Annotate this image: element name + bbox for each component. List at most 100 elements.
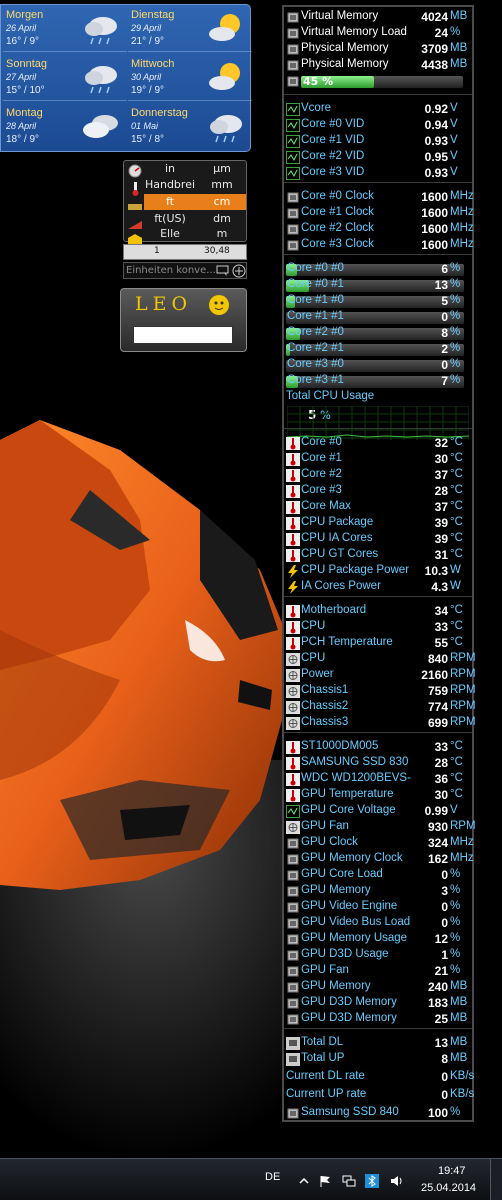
weather-day-3[interactable]: Sonntag 27 April 15° / 10° bbox=[3, 54, 127, 101]
sensor-row: GPU Memory Clock 162 MHz bbox=[284, 852, 474, 868]
sensor-row: Core #2 Clock 1600 MHz bbox=[284, 222, 474, 238]
unit-row[interactable]: in µm bbox=[144, 161, 246, 177]
sensor-row: CPU 33 °C bbox=[284, 620, 472, 636]
fan-icon bbox=[286, 821, 300, 834]
sensor-unit: °C bbox=[450, 788, 463, 800]
weather-date: 27 April bbox=[6, 72, 37, 82]
speech-bubble-icon[interactable] bbox=[216, 265, 229, 277]
sensor-unit: W bbox=[450, 580, 461, 592]
sensor-value: 240 bbox=[427, 980, 448, 994]
chip-icon bbox=[287, 76, 299, 87]
unit-row[interactable]: Handbrei mm bbox=[144, 177, 246, 193]
weather-day-1[interactable]: Morgen 26 April 16° / 9° bbox=[3, 5, 127, 52]
network-icon[interactable] bbox=[342, 1174, 356, 1188]
rain-cloud-icon bbox=[85, 66, 117, 94]
sensor-label: Core #2 #1 bbox=[287, 342, 344, 354]
section-divider bbox=[284, 428, 472, 429]
weather-temp: 18° / 9° bbox=[6, 134, 40, 145]
weather-date: 26 April bbox=[6, 23, 37, 33]
show-desktop-button[interactable] bbox=[490, 1159, 502, 1200]
sensor-unit: MB bbox=[450, 1012, 468, 1024]
sensor-label: Core #3 bbox=[301, 484, 342, 496]
thermometer-icon bbox=[286, 469, 300, 482]
sensor-value: 1600 bbox=[421, 190, 448, 204]
leo-search-input[interactable] bbox=[133, 326, 233, 344]
clock-time[interactable]: 19:47 bbox=[438, 1165, 466, 1177]
sensor-label: Core #1 #1 bbox=[287, 310, 344, 322]
sensor-unit: MB bbox=[450, 1036, 468, 1048]
sensor-row: GPU D3D Usage 1% bbox=[284, 948, 472, 964]
unit-search-input[interactable]: Einheiten konve... bbox=[123, 262, 247, 279]
weather-day-name: Morgen bbox=[6, 9, 44, 21]
voltage-icon bbox=[286, 103, 300, 116]
sensor-row: Core #3 28 °C bbox=[284, 484, 472, 500]
sensor-unit: °C bbox=[450, 452, 463, 464]
sensor-label: Core #1 #0 bbox=[287, 294, 344, 306]
sensor-row: Core #1 #0 5% bbox=[284, 294, 472, 310]
weather-day-6[interactable]: Donnerstag 01 Mai 15° / 8° bbox=[128, 103, 252, 150]
network-icon bbox=[286, 1053, 300, 1066]
input-left-value[interactable]: 1 bbox=[154, 246, 160, 256]
sensor-label: GPU Memory Clock bbox=[301, 852, 403, 864]
lion-icon bbox=[209, 295, 229, 315]
chip-icon bbox=[287, 966, 299, 977]
sensor-row: Core #0 Clock 1600 MHz bbox=[284, 190, 474, 206]
weather-day-5[interactable]: Montag 28 April 18° / 9° bbox=[3, 103, 127, 150]
sensor-value: 55 bbox=[434, 636, 448, 650]
chip-icon bbox=[287, 224, 299, 235]
sensor-unit: RPM bbox=[450, 652, 476, 664]
sensor-unit: % bbox=[450, 374, 461, 386]
chevron-up-icon[interactable] bbox=[297, 1174, 311, 1188]
unit-row-selected[interactable]: ft cm bbox=[144, 194, 246, 210]
thermometer-icon bbox=[286, 637, 300, 650]
sensor-unit: % bbox=[450, 868, 461, 880]
speaker-icon[interactable] bbox=[389, 1174, 403, 1188]
sensor-label: Power bbox=[301, 668, 334, 680]
sensor-value: 3 bbox=[441, 884, 448, 898]
sensor-label: Core #0 #1 bbox=[287, 278, 344, 290]
unit-row[interactable]: ft(US) dm bbox=[144, 211, 246, 227]
sensor-value: 930 bbox=[427, 820, 448, 834]
sensor-row: Core #0 VID 0.94 V bbox=[284, 118, 472, 134]
weather-day-2[interactable]: Dienstag 29 April 21° / 9° bbox=[128, 5, 252, 52]
thermometer-icon bbox=[286, 517, 300, 530]
section-divider bbox=[284, 732, 472, 733]
sensor-row: Core #1 Clock 1600 MHz bbox=[284, 206, 474, 222]
sensor-row: Core #1 30 °C bbox=[284, 452, 472, 468]
unit-left: ft(US) bbox=[154, 212, 186, 225]
unit-converter-gadget[interactable]: in µm Handbrei mm ft cm ft(US) dm Elle m… bbox=[123, 160, 247, 280]
voltage-icon bbox=[286, 119, 300, 132]
clock-date[interactable]: 25.04.2014 bbox=[421, 1182, 476, 1194]
bluetooth-icon[interactable] bbox=[365, 1174, 379, 1188]
sensor-unit: °C bbox=[450, 532, 463, 544]
sensor-unit: MB bbox=[450, 10, 468, 22]
weather-gadget[interactable]: Morgen 26 April 16° / 9° Dienstag 29 Apr… bbox=[0, 4, 252, 152]
section-divider bbox=[284, 94, 472, 95]
unit-row[interactable]: Elle m bbox=[144, 226, 246, 242]
thermometer-icon bbox=[286, 757, 300, 770]
sensor-label: Core #2 VID bbox=[301, 150, 365, 162]
add-icon[interactable] bbox=[232, 264, 246, 278]
sensor-value: 1600 bbox=[421, 222, 448, 236]
chip-icon bbox=[287, 1108, 299, 1119]
sensor-row: Chassis2 774 RPM bbox=[284, 700, 476, 716]
sensor-label: GPU D3D Memory bbox=[301, 996, 397, 1008]
conversion-values[interactable]: 1 30,48 bbox=[123, 244, 247, 260]
sensor-label: Core Max bbox=[301, 500, 351, 512]
sensor-row: Core #2 VID 0.95 V bbox=[284, 150, 472, 166]
flag-icon[interactable] bbox=[318, 1174, 332, 1188]
sensor-row: Core #1 #1 0% bbox=[284, 310, 472, 326]
chip-icon bbox=[287, 870, 299, 881]
sensor-label: GPU Video Engine bbox=[301, 900, 398, 912]
sensor-value: 30 bbox=[434, 452, 448, 466]
sensor-value: 0.93 bbox=[424, 134, 448, 148]
leo-dictionary-gadget[interactable]: LEO bbox=[120, 288, 247, 352]
sensor-value: 39 bbox=[434, 532, 448, 546]
input-right-value[interactable]: 30,48 bbox=[204, 246, 230, 256]
language-indicator[interactable]: DE bbox=[265, 1171, 280, 1183]
weather-day-4[interactable]: Mittwoch 30 April 19° / 9° bbox=[128, 54, 252, 101]
sensor-row: Total DL 13 MB bbox=[284, 1036, 472, 1052]
sensor-value: 13 bbox=[434, 1036, 448, 1050]
sensor-label: GPU Core Load bbox=[301, 868, 383, 880]
sensor-value: 32 bbox=[434, 436, 448, 450]
